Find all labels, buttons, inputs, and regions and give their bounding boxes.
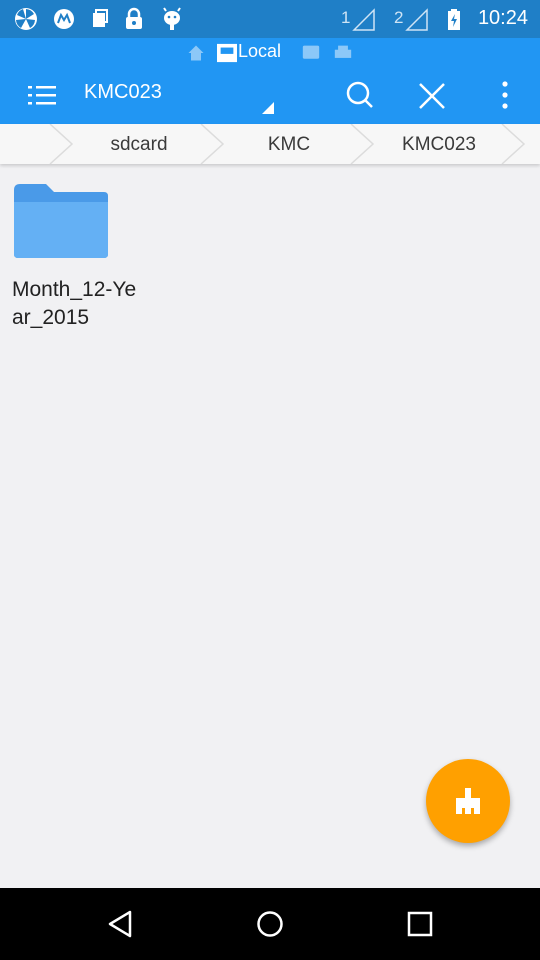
dropdown-caret-icon[interactable] (262, 102, 274, 114)
android-debug-icon (163, 7, 181, 30)
app-bar: Local KMC023 (0, 38, 540, 124)
sim1-label: 1 (341, 8, 351, 27)
breadcrumb-separator-icon (49, 124, 74, 164)
clean-fab-button[interactable] (426, 759, 510, 843)
breadcrumb-separator-icon (350, 124, 375, 164)
folder-name: Month_12-Year_2015 (12, 278, 137, 329)
signal-sim1-icon (352, 8, 375, 31)
location-row: Local (0, 38, 540, 66)
more-options-icon[interactable] (485, 76, 525, 116)
signal-sim2-icon (405, 8, 428, 31)
motorola-icon (54, 9, 74, 29)
battery-charging-icon (448, 9, 460, 30)
pinwheel-icon (15, 8, 37, 30)
search-icon[interactable] (340, 76, 380, 116)
broom-icon (456, 788, 480, 814)
folder-item[interactable]: Month_12-Year_2015 (12, 182, 136, 329)
breadcrumb-item-sdcard[interactable]: sdcard (79, 134, 199, 156)
breadcrumb-separator-icon (501, 124, 526, 164)
folder-icon (14, 184, 108, 258)
ftp-icon[interactable] (301, 44, 321, 62)
navigation-bar (0, 888, 540, 960)
breadcrumb-item-kmc[interactable]: KMC (229, 134, 349, 156)
page-title[interactable]: KMC023 (84, 81, 162, 104)
status-bar: 1 2 10:24 (0, 0, 540, 38)
back-icon[interactable] (104, 908, 136, 940)
home-icon[interactable] (186, 43, 206, 63)
menu-icon[interactable] (22, 76, 62, 116)
recents-icon[interactable] (404, 908, 436, 940)
breadcrumb-item-kmc023[interactable]: KMC023 (379, 134, 499, 156)
home-nav-icon[interactable] (254, 908, 286, 940)
lock-icon (126, 7, 142, 29)
printer-icon[interactable] (333, 44, 353, 62)
clock: 10:24 (477, 7, 528, 29)
breadcrumb-separator-icon (200, 124, 225, 164)
sd-card-icon (217, 43, 237, 63)
close-icon[interactable] (412, 76, 452, 116)
sim-card-icon (93, 9, 108, 27)
sim2-label: 2 (394, 8, 404, 27)
location-label[interactable]: Local (238, 41, 281, 62)
breadcrumb: sdcard KMC KMC023 (0, 124, 540, 164)
